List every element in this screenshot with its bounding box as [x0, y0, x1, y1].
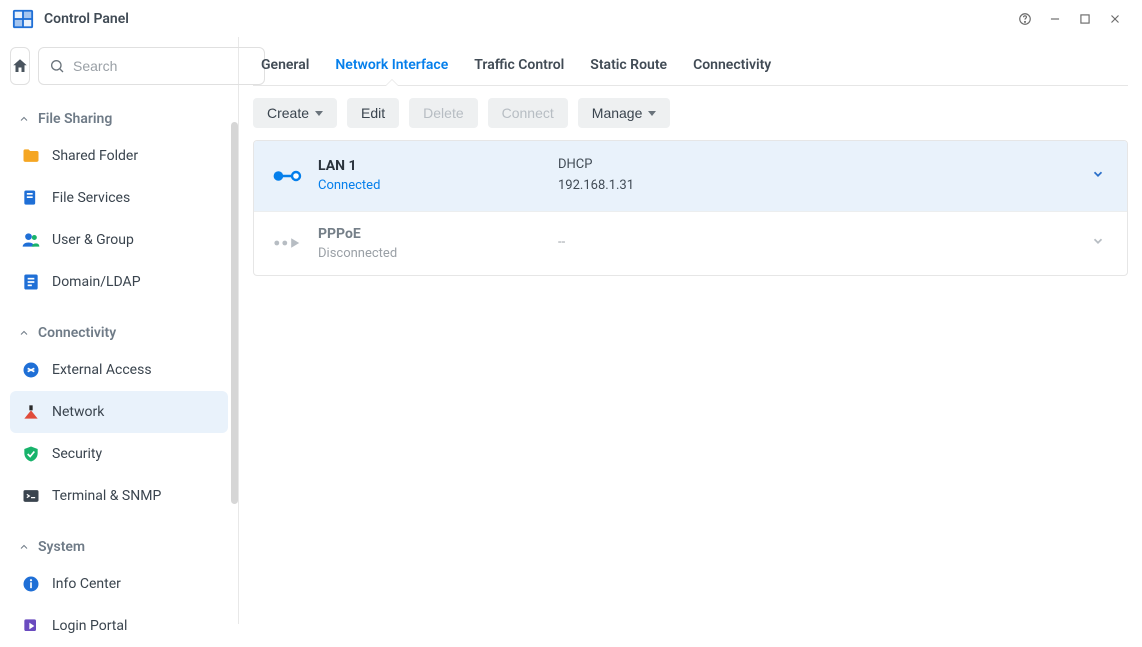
button-label: Create: [267, 105, 309, 121]
sidebar-item-label: Terminal & SNMP: [52, 488, 218, 504]
ethernet-connected-icon: [270, 166, 306, 186]
interface-name: LAN 1: [318, 158, 558, 174]
search-icon: [49, 58, 65, 74]
pppoe-disconnected-icon: [270, 233, 306, 253]
sidebar-item-label: Security: [52, 446, 218, 462]
manage-button[interactable]: Manage: [578, 98, 671, 128]
sidebar-item-login-portal[interactable]: Login Portal: [10, 605, 228, 647]
caret-down-icon: [648, 111, 656, 116]
sidebar-item-domain-ldap[interactable]: Domain/LDAP: [10, 261, 228, 303]
sidebar-item-external-access[interactable]: External Access: [10, 349, 228, 391]
expand-chevron[interactable]: [1091, 234, 1111, 252]
window-title: Control Panel: [44, 11, 129, 27]
close-button[interactable]: [1100, 4, 1130, 34]
sidebar-item-network[interactable]: Network: [10, 391, 228, 433]
sidebar-item-file-services[interactable]: File Services: [10, 177, 228, 219]
minimize-button[interactable]: [1040, 4, 1070, 34]
tab-general[interactable]: General: [261, 47, 309, 85]
main-panel: General Network Interface Traffic Contro…: [239, 37, 1142, 624]
interface-row-pppoe[interactable]: PPPoE Disconnected --: [254, 212, 1127, 275]
toolbar: Create Edit Delete Connect Manage: [253, 86, 1128, 140]
interface-status: Connected: [318, 178, 558, 193]
login-portal-icon: [20, 615, 42, 637]
search-field[interactable]: [38, 47, 265, 85]
sidebar-item-terminal-snmp[interactable]: Terminal & SNMP: [10, 475, 228, 517]
interface-mode: DHCP: [558, 155, 1091, 176]
chevron-up-icon: [18, 113, 30, 125]
chevron-down-icon: [1091, 234, 1105, 248]
delete-button: Delete: [409, 98, 477, 128]
globe-link-icon: [20, 359, 42, 381]
sidebar-item-user-group[interactable]: User & Group: [10, 219, 228, 261]
domain-icon: [20, 271, 42, 293]
button-label: Connect: [502, 105, 554, 121]
expand-chevron[interactable]: [1091, 167, 1111, 185]
sidebar-item-label: Login Portal: [52, 618, 218, 634]
interface-list: LAN 1 Connected DHCP 192.168.1.31 PPPoE: [253, 140, 1128, 276]
sidebar-item-label: Info Center: [52, 576, 218, 592]
interface-status: Disconnected: [318, 246, 558, 261]
create-button[interactable]: Create: [253, 98, 337, 128]
sidebar-item-label: External Access: [52, 362, 218, 378]
caret-down-icon: [315, 111, 323, 116]
network-icon: [20, 401, 42, 423]
home-button[interactable]: [10, 47, 30, 85]
tabs: General Network Interface Traffic Contro…: [253, 47, 1128, 86]
sidebar-scrollbar[interactable]: [231, 122, 238, 504]
group-label: Connectivity: [38, 325, 116, 341]
tab-traffic-control[interactable]: Traffic Control: [474, 47, 564, 85]
chevron-up-icon: [18, 327, 30, 339]
tab-connectivity[interactable]: Connectivity: [693, 47, 771, 85]
group-file-sharing[interactable]: File Sharing: [10, 103, 228, 135]
info-icon: [20, 573, 42, 595]
edit-button[interactable]: Edit: [347, 98, 399, 128]
sidebar-item-info-center[interactable]: Info Center: [10, 563, 228, 605]
group-label: System: [38, 539, 85, 555]
tab-static-route[interactable]: Static Route: [590, 47, 667, 85]
sidebar-item-shared-folder[interactable]: Shared Folder: [10, 135, 228, 177]
sidebar-item-label: File Services: [52, 190, 218, 206]
search-input[interactable]: [73, 58, 254, 74]
shield-icon: [20, 443, 42, 465]
interface-row-lan1[interactable]: LAN 1 Connected DHCP 192.168.1.31: [254, 141, 1127, 212]
group-connectivity[interactable]: Connectivity: [10, 317, 228, 349]
sidebar-item-label: Shared Folder: [52, 148, 218, 164]
group-label: File Sharing: [38, 111, 112, 127]
interface-ip: 192.168.1.31: [558, 176, 1091, 197]
connect-button: Connect: [488, 98, 568, 128]
titlebar: Control Panel: [0, 0, 1142, 37]
button-label: Edit: [361, 105, 385, 121]
chevron-up-icon: [18, 541, 30, 553]
help-button[interactable]: [1010, 4, 1040, 34]
sidebar-item-label: User & Group: [52, 232, 218, 248]
folder-icon: [20, 145, 42, 167]
interface-name: PPPoE: [318, 226, 558, 242]
button-label: Delete: [423, 105, 463, 121]
chevron-down-icon: [1091, 167, 1105, 181]
sidebar-item-security[interactable]: Security: [10, 433, 228, 475]
app-icon: [12, 8, 34, 30]
interface-mode: --: [558, 233, 1091, 254]
tab-network-interface[interactable]: Network Interface: [335, 47, 448, 85]
terminal-icon: [20, 485, 42, 507]
sidebar: File Sharing Shared Folder File Services…: [0, 37, 239, 624]
users-icon: [20, 229, 42, 251]
maximize-button[interactable]: [1070, 4, 1100, 34]
sidebar-item-label: Network: [52, 404, 218, 420]
group-system[interactable]: System: [10, 531, 228, 563]
file-services-icon: [20, 187, 42, 209]
sidebar-item-label: Domain/LDAP: [52, 274, 218, 290]
button-label: Manage: [592, 105, 643, 121]
